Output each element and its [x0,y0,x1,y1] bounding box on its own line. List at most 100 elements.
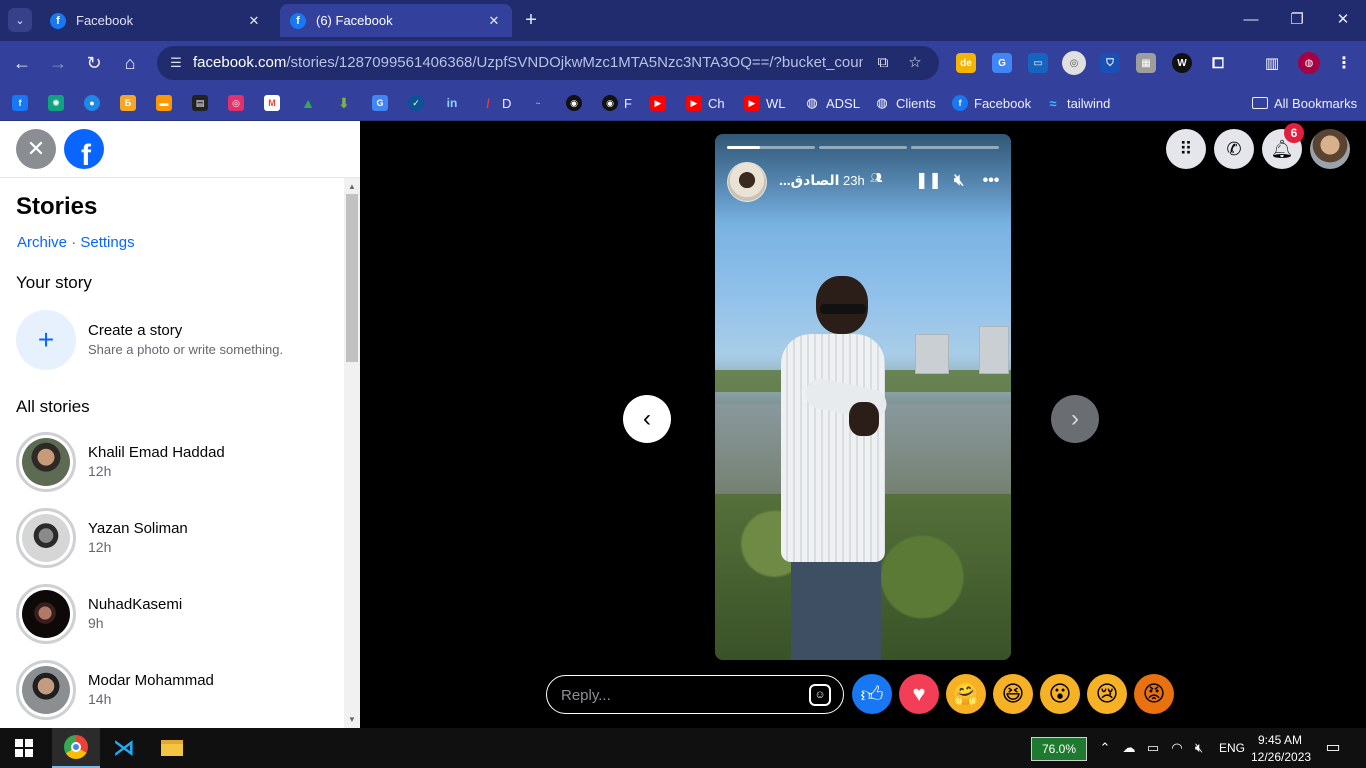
circle-extension-icon[interactable]: ◎ [1062,51,1086,75]
tab-facebook-active[interactable]: f (6) Facebook ✕ [280,4,512,37]
mute-button[interactable]: 🔇︎ [947,170,971,192]
bookmark-tailwind[interactable]: ≈ tailwind [1045,92,1110,114]
taskbar-chrome[interactable] [52,728,100,768]
story-owner-avatar[interactable] [727,162,767,202]
start-button[interactable] [0,728,48,768]
install-app-icon[interactable]: ⧉ [873,53,893,73]
story-item[interactable]: Modar Mohammad 14h [0,660,344,728]
story-owner-name[interactable]: الصادق... [779,172,839,189]
reply-input[interactable] [561,684,801,706]
bookmark-star-icon[interactable]: ☆ [905,53,925,73]
taskbar-file-explorer[interactable] [148,728,196,768]
messenger-button[interactable]: ✆ [1214,129,1254,169]
clock-date[interactable]: 12/26/2023 [1251,750,1311,764]
menu-grid-button[interactable]: ⠿ [1166,129,1206,169]
sidebar-scrollbar[interactable]: ▲ ▼ [344,178,360,728]
url-text[interactable]: facebook.com/stories/1287099561406368/Uz… [193,54,863,71]
love-reaction-button[interactable]: ♥ [899,674,939,714]
reload-button[interactable]: ↻ [81,50,107,76]
w-extension-icon[interactable]: W [1172,53,1192,73]
story-item[interactable]: NuhadKasemi 9h [0,584,344,660]
input-language[interactable]: ENG [1219,741,1245,755]
bookmark-instagram[interactable]: ◎ [228,92,244,114]
chrome-menu-icon[interactable]: ⋮ [1334,53,1354,73]
close-window-button[interactable]: ✕ [1330,8,1356,32]
like-reaction-button[interactable]: 👍︎ [852,674,892,714]
close-stories-button[interactable]: ✕ [16,129,56,169]
tab-close-icon[interactable]: ✕ [246,13,262,29]
previous-story-button[interactable]: ‹ [623,395,671,443]
sad-reaction-button[interactable]: 😢 [1087,674,1127,714]
restore-window-button[interactable]: ❐ [1284,8,1310,32]
new-tab-button[interactable]: + [520,9,542,31]
battery-indicator[interactable]: 76.0% [1031,737,1087,761]
all-bookmarks[interactable]: All Bookmarks [1252,92,1357,114]
battery-saver-icon[interactable]: ▭ [1144,739,1162,757]
pause-button[interactable]: ❚❚ [915,170,942,192]
shield-extension-icon[interactable]: ⛉ [1100,53,1120,73]
screen-extension-icon[interactable]: ▭ [1028,53,1048,73]
bookmark-bars[interactable]: ▬ [156,92,172,114]
notifications-center-icon[interactable]: ▭ [1324,739,1342,757]
bookmark-chatgpt[interactable]: ✺ [48,92,64,114]
address-bar[interactable]: ☰ facebook.com/stories/1287099561406368/… [157,46,939,80]
forward-button[interactable]: → [45,50,71,76]
account-avatar[interactable] [1310,129,1350,169]
scroll-down-arrow-icon[interactable]: ▼ [348,715,356,724]
dictionary-extension-icon[interactable]: de [956,53,976,73]
taskbar-vscode[interactable]: ⋊ [100,728,148,768]
sticker-icon[interactable]: ☺ [809,684,831,706]
archive-link[interactable]: Archive [17,234,67,251]
show-hidden-icons-icon[interactable]: ⌃ [1096,739,1114,757]
extensions-puzzle-icon[interactable]: ⧠ [1208,53,1228,73]
bookmark-linkedin[interactable]: in [444,92,460,114]
bookmark-gmail[interactable]: M [264,92,280,114]
scrollbar-thumb[interactable] [346,194,358,362]
bookmark-translate[interactable]: G [372,92,388,114]
bookmark-d[interactable]: / D [480,92,511,114]
site-info-icon[interactable]: ☰ [167,54,185,72]
bookmark-clients[interactable]: ◍ Clients [874,92,935,114]
story-item[interactable]: Yazan Soliman 12h [0,508,344,584]
bookmark-download[interactable]: ⬇ [336,92,352,114]
story-card[interactable]: الصادق... 23h 👥︎ ❚❚ 🔇︎ ••• [715,134,1011,660]
minimize-window-button[interactable]: — [1238,8,1264,32]
bookmark-dark-app[interactable]: ▤ [192,92,208,114]
back-button[interactable]: ← [9,50,35,76]
home-button[interactable]: ⌂ [117,50,143,76]
care-reaction-button[interactable]: 🤗 [946,674,986,714]
wifi-icon[interactable]: ◠ [1168,739,1186,757]
side-panel-icon[interactable]: ▥ [1262,53,1282,73]
story-options-button[interactable]: ••• [979,170,1003,192]
next-story-button[interactable]: › [1051,395,1099,443]
onedrive-cloud-icon[interactable]: ☁ [1120,739,1138,757]
bookmark-github-f[interactable]: ◉ F [602,92,632,114]
tab-search-button[interactable]: ⌄ [8,8,32,32]
facebook-logo-icon[interactable]: f [64,129,104,169]
profile-avatar-icon[interactable]: ◍ [1298,52,1320,74]
bookmark-youtube-wl[interactable]: ▶ WL [744,92,786,114]
bookmark-youtube[interactable]: ▶ [650,92,666,114]
create-story-plus-icon[interactable]: + [16,310,76,370]
settings-link[interactable]: Settings [80,234,134,251]
tab-facebook[interactable]: f Facebook ✕ [40,4,272,37]
image-extension-icon[interactable]: ▦ [1136,53,1156,73]
haha-reaction-button[interactable]: 😆 [993,674,1033,714]
scroll-up-arrow-icon[interactable]: ▲ [348,182,356,191]
bookmark-facebook-named[interactable]: f Facebook [952,92,1031,114]
clock-time[interactable]: 9:45 AM [1258,733,1302,747]
bookmark-drive[interactable]: ▲ [300,92,316,114]
bookmark-github[interactable]: ◉ [566,92,582,114]
bookmark-blogger[interactable]: Б [120,92,136,114]
bookmark-circle-app[interactable]: ● [84,92,100,114]
bookmark-adsl[interactable]: ◍ ADSL [804,92,860,114]
tab-close-icon[interactable]: ✕ [486,13,502,29]
bookmark-messenger-app[interactable]: ✓ [408,92,424,114]
translate-extension-icon[interactable]: G [992,53,1012,73]
angry-reaction-button[interactable]: 😡 [1134,674,1174,714]
volume-muted-icon[interactable]: 🔇︎ [1190,739,1208,757]
bookmark-arabic-site[interactable]: ~ [530,92,546,114]
story-item[interactable]: Khalil Emad Haddad 12h [0,432,344,508]
wow-reaction-button[interactable]: 😮 [1040,674,1080,714]
bookmark-facebook[interactable]: f [12,92,28,114]
